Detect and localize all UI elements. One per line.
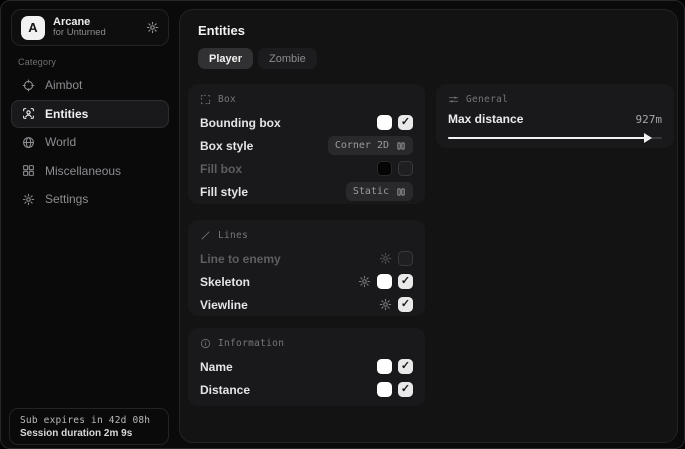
grid-icon (22, 164, 35, 177)
sidebar-item-label: Settings (45, 192, 88, 206)
setting-row-fill-box: Fill box (200, 158, 413, 179)
columns-icon (396, 187, 406, 197)
box-select-icon (200, 94, 211, 105)
main-panel: Entities Player Zombie Box Bounding box (179, 9, 678, 443)
gear-icon[interactable] (379, 252, 392, 265)
slider-thumb[interactable] (644, 133, 652, 143)
sidebar-item-label: World (45, 135, 76, 149)
card-title: Box (218, 94, 236, 105)
line-to-enemy-checkbox[interactable] (398, 251, 413, 266)
tab-player[interactable]: Player (198, 48, 253, 69)
info-icon (200, 338, 211, 349)
name-checkbox[interactable] (398, 359, 413, 374)
gear-icon (22, 193, 35, 206)
skeleton-checkbox[interactable] (398, 274, 413, 289)
color-swatch[interactable] (377, 161, 392, 176)
brand-card: A Arcane for Unturned (11, 9, 169, 46)
app-window: A Arcane for Unturned Category Aimbot En… (0, 0, 685, 449)
entities-icon (22, 107, 35, 120)
session-duration-text: Session duration 2m 9s (20, 428, 158, 439)
sub-expiry-text: Sub expires in 42d 08h (20, 415, 158, 426)
setting-row-skeleton: Skeleton (200, 271, 413, 292)
line-icon (200, 230, 211, 241)
card-title: Information (218, 338, 284, 349)
globe-icon (22, 136, 35, 149)
color-swatch[interactable] (377, 382, 392, 397)
columns-icon (396, 141, 406, 151)
lines-card: Lines Line to enemy Skeleton Viewline (188, 220, 425, 316)
distance-checkbox[interactable] (398, 382, 413, 397)
color-swatch[interactable] (377, 274, 392, 289)
setting-row-fill-style: Fill style Static (200, 181, 413, 202)
setting-row-bounding-box: Bounding box (200, 112, 413, 133)
sidebar-item-label: Aimbot (45, 78, 82, 92)
setting-row-line-to-enemy: Line to enemy (200, 248, 413, 269)
tab-zombie[interactable]: Zombie (258, 48, 317, 69)
brand-subtitle: for Unturned (53, 28, 106, 39)
max-distance-value: 927m (636, 113, 663, 126)
setting-row-viewline: Viewline (200, 294, 413, 315)
general-card: General Max distance 927m (436, 84, 674, 148)
setting-row-distance: Distance (200, 379, 413, 400)
max-distance-slider[interactable] (448, 133, 662, 143)
entity-tabs: Player Zombie (198, 48, 317, 69)
brand-avatar: A (21, 16, 45, 40)
fill-style-dropdown[interactable]: Static (346, 182, 413, 201)
crosshair-icon (22, 79, 35, 92)
tab-label: Zombie (269, 53, 306, 65)
sidebar-item-label: Entities (45, 107, 88, 121)
setting-row-box-style: Box style Corner 2D (200, 135, 413, 156)
gear-icon[interactable] (358, 275, 371, 288)
slider-fill (448, 137, 645, 139)
fill-box-checkbox[interactable] (398, 161, 413, 176)
viewline-checkbox[interactable] (398, 297, 413, 312)
sidebar-item-entities[interactable]: Entities (11, 100, 169, 128)
card-title: General (466, 94, 508, 105)
subscription-status: Sub expires in 42d 08h Session duration … (9, 408, 169, 445)
tab-label: Player (209, 53, 242, 65)
sidebar-item-miscellaneous[interactable]: Miscellaneous (11, 157, 169, 185)
max-distance-label: Max distance (448, 112, 523, 126)
page-title: Entities (198, 23, 245, 38)
gear-icon[interactable] (379, 298, 392, 311)
bounding-box-checkbox[interactable] (398, 115, 413, 130)
gear-icon[interactable] (146, 21, 159, 34)
sidebar-item-aimbot[interactable]: Aimbot (11, 71, 169, 99)
sidebar-item-world[interactable]: World (11, 128, 169, 156)
card-title: Lines (218, 230, 248, 241)
box-style-dropdown[interactable]: Corner 2D (328, 136, 413, 155)
color-swatch[interactable] (377, 359, 392, 374)
sidebar-item-label: Miscellaneous (45, 164, 121, 178)
setting-row-name: Name (200, 356, 413, 377)
sliders-icon (448, 94, 459, 105)
sidebar-nav: Aimbot Entities World Miscellaneous Sett… (11, 71, 169, 214)
sidebar-item-settings[interactable]: Settings (11, 185, 169, 213)
box-card: Box Bounding box Box style Corner 2D (188, 84, 425, 204)
category-label: Category (18, 57, 56, 67)
color-swatch[interactable] (377, 115, 392, 130)
information-card: Information Name Distance (188, 328, 425, 406)
